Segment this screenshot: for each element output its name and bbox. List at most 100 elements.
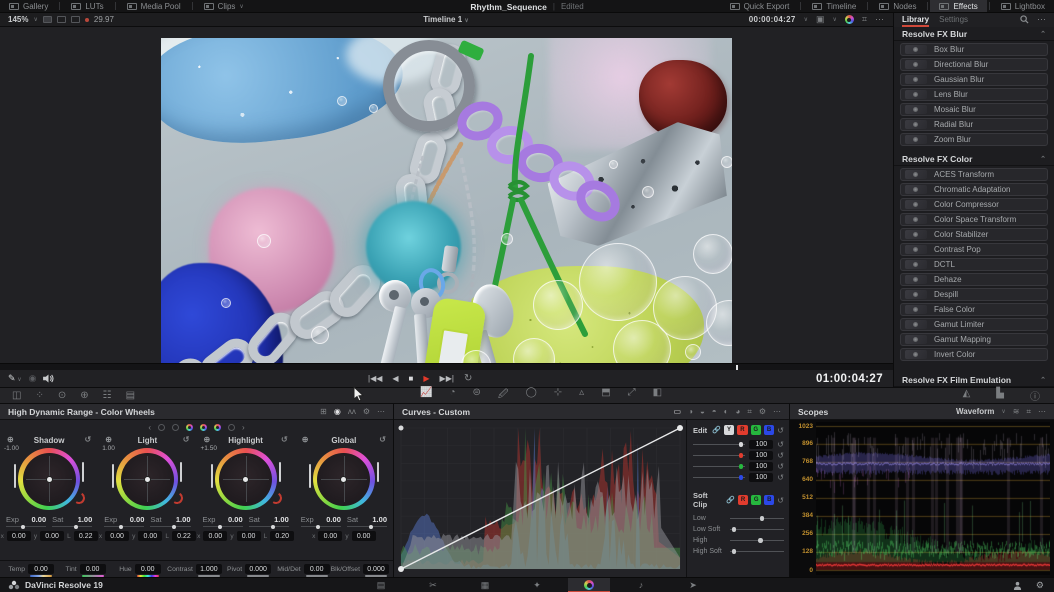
split-screen-icon[interactable]: ◭: [963, 388, 971, 403]
link-channels-icon[interactable]: 🔗: [712, 426, 721, 434]
reset-icon[interactable]: ↺: [379, 435, 386, 444]
info-icon[interactable]: ⓘ: [1030, 388, 1040, 403]
pager-dot[interactable]: [186, 424, 193, 431]
enhanced-viewer-icon[interactable]: [71, 16, 80, 23]
param-value-field[interactable]: 1.000: [196, 564, 222, 574]
pager-next-icon[interactable]: ›: [242, 423, 245, 432]
loop-button[interactable]: ↻: [464, 373, 472, 384]
curve-preset-icon[interactable]: ◓: [712, 407, 717, 416]
pager-dot[interactable]: [228, 424, 235, 431]
x-value-field[interactable]: 0.00: [318, 531, 342, 541]
wheel-left-indicator[interactable]: [309, 464, 311, 488]
qualifier-icon[interactable]: 🖉: [498, 387, 509, 404]
stereo-3d-icon[interactable]: ◧: [653, 387, 662, 404]
color-wheel[interactable]: [215, 448, 277, 510]
slider-thumb[interactable]: [739, 475, 744, 480]
page-media[interactable]: ▤: [360, 578, 402, 592]
channel-button-r[interactable]: R: [738, 495, 748, 505]
curve-preset-icon[interactable]: ◐: [724, 407, 729, 416]
param-value-field[interactable]: 0.00: [135, 564, 161, 574]
tab-library[interactable]: Library: [902, 13, 929, 27]
scope-settings-icon[interactable]: ≋: [1013, 407, 1020, 416]
fx-item-gamut-limiter[interactable]: Gamut Limiter: [900, 318, 1048, 331]
saturation-control[interactable]: Sat1.00: [347, 515, 387, 527]
wheel-right-indicator[interactable]: [82, 462, 84, 482]
page-fairlight[interactable]: ♪: [620, 578, 662, 592]
top-tab-luts[interactable]: LUTs: [62, 0, 112, 12]
fx-item-color-space-transform[interactable]: Color Space Transform: [900, 213, 1048, 226]
lum-value-field[interactable]: 0.20: [270, 531, 294, 541]
slider-track[interactable]: [693, 444, 745, 445]
top-tab-timeline[interactable]: Timeline: [803, 0, 865, 12]
channel-value-field[interactable]: 100: [749, 462, 773, 471]
search-icon[interactable]: [1020, 15, 1029, 24]
saturation-slider[interactable]: [249, 526, 289, 527]
zoom-level-select[interactable]: 145%: [8, 15, 28, 24]
settings-gear-icon[interactable]: ⚙: [759, 407, 766, 416]
pager-dot[interactable]: [200, 424, 207, 431]
slider-thumb[interactable]: [119, 525, 123, 529]
zone-view-icon[interactable]: ◉: [334, 407, 341, 416]
fx-item-radial-blur[interactable]: Radial Blur: [900, 118, 1048, 131]
top-tab-gallery[interactable]: Gallery: [0, 0, 57, 12]
wheel-right-indicator[interactable]: [279, 462, 281, 482]
wheel-center-dot[interactable]: [47, 477, 52, 482]
stop-button[interactable]: ■: [409, 374, 414, 383]
settings-gear-icon[interactable]: ⚙: [363, 407, 370, 416]
wheel-left-indicator[interactable]: [14, 464, 16, 488]
page-color[interactable]: [568, 578, 610, 592]
saturation-control[interactable]: Sat1.00: [249, 515, 289, 527]
wheel-left-indicator[interactable]: [112, 464, 114, 488]
hdr-grade-icon[interactable]: ⊕: [80, 390, 88, 401]
collapse-icon[interactable]: ⌃: [1040, 30, 1046, 38]
fx-section-header[interactable]: Resolve FX Color⌃: [894, 152, 1054, 166]
slider-thumb[interactable]: [21, 525, 25, 529]
zone-icon[interactable]: ⊕: [7, 435, 14, 444]
audio-mute-icon[interactable]: [43, 374, 54, 383]
page-edit[interactable]: ▦: [464, 578, 506, 592]
fx-item-box-blur[interactable]: Box Blur: [900, 43, 1048, 56]
curve-preset-icon[interactable]: ◑: [688, 407, 693, 416]
link-channels-icon[interactable]: 🔗: [726, 496, 735, 504]
histogram-toggle-icon[interactable]: ▭: [674, 407, 682, 416]
param-value-field[interactable]: 0.00: [28, 564, 54, 574]
slider-thumb[interactable]: [739, 464, 744, 469]
key-palette-icon[interactable]: ⬒: [601, 387, 610, 404]
saturation-slider[interactable]: [150, 526, 190, 527]
x-value-field[interactable]: 0.00: [105, 531, 129, 541]
fx-item-false-color[interactable]: False Color: [900, 303, 1048, 316]
fx-item-gaussian-blur[interactable]: Gaussian Blur: [900, 73, 1048, 86]
saturation-control[interactable]: Sat1.00: [52, 515, 92, 527]
color-wheel[interactable]: [116, 448, 178, 510]
wheel-center-dot[interactable]: [145, 477, 150, 482]
page-cut[interactable]: ✂: [412, 578, 454, 592]
sizing-palette-icon[interactable]: ⤢: [628, 387, 636, 404]
exposure-control[interactable]: Exp0.00: [203, 515, 243, 527]
color-wheels-palette-icon[interactable]: ◔: [449, 387, 455, 404]
single-viewer-icon[interactable]: [43, 16, 52, 23]
group-icon[interactable]: ⁘: [35, 390, 43, 401]
exposure-control[interactable]: Exp0.00: [301, 515, 341, 527]
reset-icon[interactable]: ↺: [777, 451, 784, 460]
saturation-slider[interactable]: [52, 526, 92, 527]
magic-mask-icon[interactable]: ☷: [103, 390, 112, 401]
exposure-control[interactable]: Exp0.00: [6, 515, 46, 527]
slider-thumb[interactable]: [739, 453, 744, 458]
zone-icon[interactable]: ⊕: [105, 435, 112, 444]
play-button[interactable]: ▶: [423, 374, 429, 383]
source-timecode[interactable]: 00:00:04:27: [749, 15, 796, 24]
fx-item-chromatic-adaptation[interactable]: Chromatic Adaptation: [900, 183, 1048, 196]
slider-thumb[interactable]: [758, 538, 763, 543]
exposure-slider[interactable]: [203, 526, 243, 527]
page-fusion[interactable]: ✦: [516, 578, 558, 592]
top-tab-effects[interactable]: Effects: [930, 0, 986, 12]
go-to-end-button[interactable]: ▶▶|: [440, 374, 454, 383]
lum-value-field[interactable]: 0.22: [172, 531, 196, 541]
collapse-icon[interactable]: ⌃: [1040, 155, 1046, 163]
exposure-slider[interactable]: [6, 526, 46, 527]
blur-palette-icon[interactable]: ▵: [579, 387, 584, 404]
y-value-field[interactable]: 0.00: [237, 531, 261, 541]
chevron-down-icon[interactable]: ∨: [833, 16, 837, 23]
fx-item-contrast-pop[interactable]: Contrast Pop: [900, 243, 1048, 256]
pager-dot[interactable]: [172, 424, 179, 431]
